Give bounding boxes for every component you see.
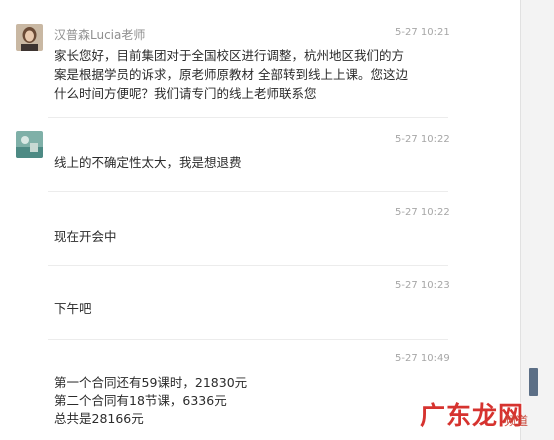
message-text: 家长您好，目前集团对于全国校区进行调整，杭州地区我们的方 案是根据学员的诉求，原… <box>54 46 449 103</box>
message-line: 线上的不确定性太大，我是想退费 <box>54 155 242 170</box>
message-line: 什么时间方便呢？我们请专门的线上老师联系您 <box>54 86 317 101</box>
parent-avatar[interactable] <box>16 131 43 158</box>
message-sender: 汉普森Lucia老师 <box>54 28 146 42</box>
message-line: 第一个合同还有59课时，21830元 <box>54 375 248 390</box>
chat-message: 汉普森Lucia老师 5-27 10:21 家长您好，目前集团对于全国校区进行调… <box>0 0 450 120</box>
message-timestamp: 5-27 10:22 <box>395 207 450 218</box>
message-line: 家长您好，目前集团对于全国校区进行调整，杭州地区我们的方 <box>54 48 405 63</box>
chat-message: 5-27 10:22 现在开会中 <box>0 192 450 264</box>
message-timestamp: 5-27 10:49 <box>395 353 450 364</box>
chat-history-panel[interactable]: 汉普森Lucia老师 5-27 10:21 家长您好，目前集团对于全国校区进行调… <box>0 0 520 440</box>
message-line: 现在开会中 <box>54 229 117 244</box>
message-timestamp: 5-27 10:22 <box>395 134 450 145</box>
message-line: 总共是28166元 <box>54 411 144 426</box>
message-line: 案是根据学员的诉求，原老师原教材 全部转到线上上课。您这边 <box>54 67 408 82</box>
chat-message: 5-27 10:23 下午吧 <box>0 266 450 338</box>
message-text: 第一个合同还有59课时，21830元 第二个合同有18节课，6336元 总共是2… <box>54 374 449 428</box>
chat-message: 5-27 10:22 线上的不确定性太大，我是想退费 <box>0 120 450 192</box>
message-line: 第二个合同有18节课，6336元 <box>54 393 227 408</box>
watermark-subtext: 频道 <box>504 414 529 428</box>
message-timestamp: 5-27 10:21 <box>395 27 450 38</box>
teacher-avatar[interactable] <box>16 24 43 51</box>
message-text: 现在开会中 <box>54 227 449 246</box>
chat-message: 5-27 10:49 第一个合同还有59课时，21830元 第二个合同有18节课… <box>0 340 450 440</box>
message-text: 线上的不确定性太大，我是想退费 <box>54 153 449 172</box>
message-text: 下午吧 <box>54 299 449 318</box>
message-line: 下午吧 <box>54 301 92 316</box>
watermark-logo: 广东龙网 频道 <box>420 396 554 436</box>
scrollbar-thumb[interactable] <box>529 368 538 396</box>
message-divider <box>48 117 448 118</box>
message-timestamp: 5-27 10:23 <box>395 280 450 291</box>
